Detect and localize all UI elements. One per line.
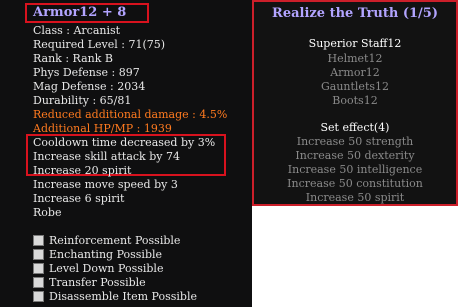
rank-line: Rank : Rank B <box>33 52 113 65</box>
level-down-icon <box>33 263 44 274</box>
item-title: Armor12 + 8 <box>33 5 127 20</box>
phys-def-line: Phys Defense : 897 <box>33 66 140 79</box>
reinforcement-icon <box>33 235 44 246</box>
set-item: Boots12 <box>332 94 378 107</box>
transfer-icon <box>33 277 44 288</box>
set-effect-header: Set effect(4) <box>320 121 390 134</box>
set-effect: Increase 50 intelligence <box>287 163 423 176</box>
set-effect: Increase 50 strength <box>296 135 414 148</box>
set-effect: Increase 50 constitution <box>287 177 423 190</box>
set-effect: Increase 50 dexterity <box>295 149 415 162</box>
possibility-label: Level Down Possible <box>49 262 164 275</box>
durability-line: Durability : 65/81 <box>33 94 132 107</box>
set-title: Realize the Truth (1/5) <box>272 6 438 21</box>
set-item: Helmet12 <box>327 52 383 65</box>
class-line: Class : Arcanist <box>33 24 121 37</box>
set-item: Gauntlets12 <box>320 80 390 93</box>
set-item: Superior Staff12 <box>308 37 402 50</box>
possibility-label: Enchanting Possible <box>49 248 163 261</box>
possibility-label: Reinforcement Possible <box>49 234 181 247</box>
mag-def-line: Mag Defense : 2034 <box>33 80 146 93</box>
disassemble-icon <box>33 291 44 302</box>
stat-line: Robe <box>33 206 62 219</box>
stat-line: Increase 20 spirit <box>33 164 132 177</box>
stat-line: Increase skill attack by 74 <box>33 150 180 163</box>
set-effect: Increase 50 spirit <box>305 191 405 204</box>
stat-line: Cooldown time decreased by 3% <box>33 136 216 149</box>
enchanting-icon <box>33 249 44 260</box>
stat-line: Increase 6 spirit <box>33 192 125 205</box>
possibility-label: Transfer Possible <box>49 276 146 289</box>
possibility-label: Disassemble Item Possible <box>49 290 197 303</box>
stat-line: Increase move speed by 3 <box>33 178 178 191</box>
reduced-damage-line: Reduced additional damage : 4.5% <box>33 108 228 121</box>
required-level-line: Required Level : 71(75) <box>33 38 166 51</box>
set-item: Armor12 <box>330 66 380 79</box>
